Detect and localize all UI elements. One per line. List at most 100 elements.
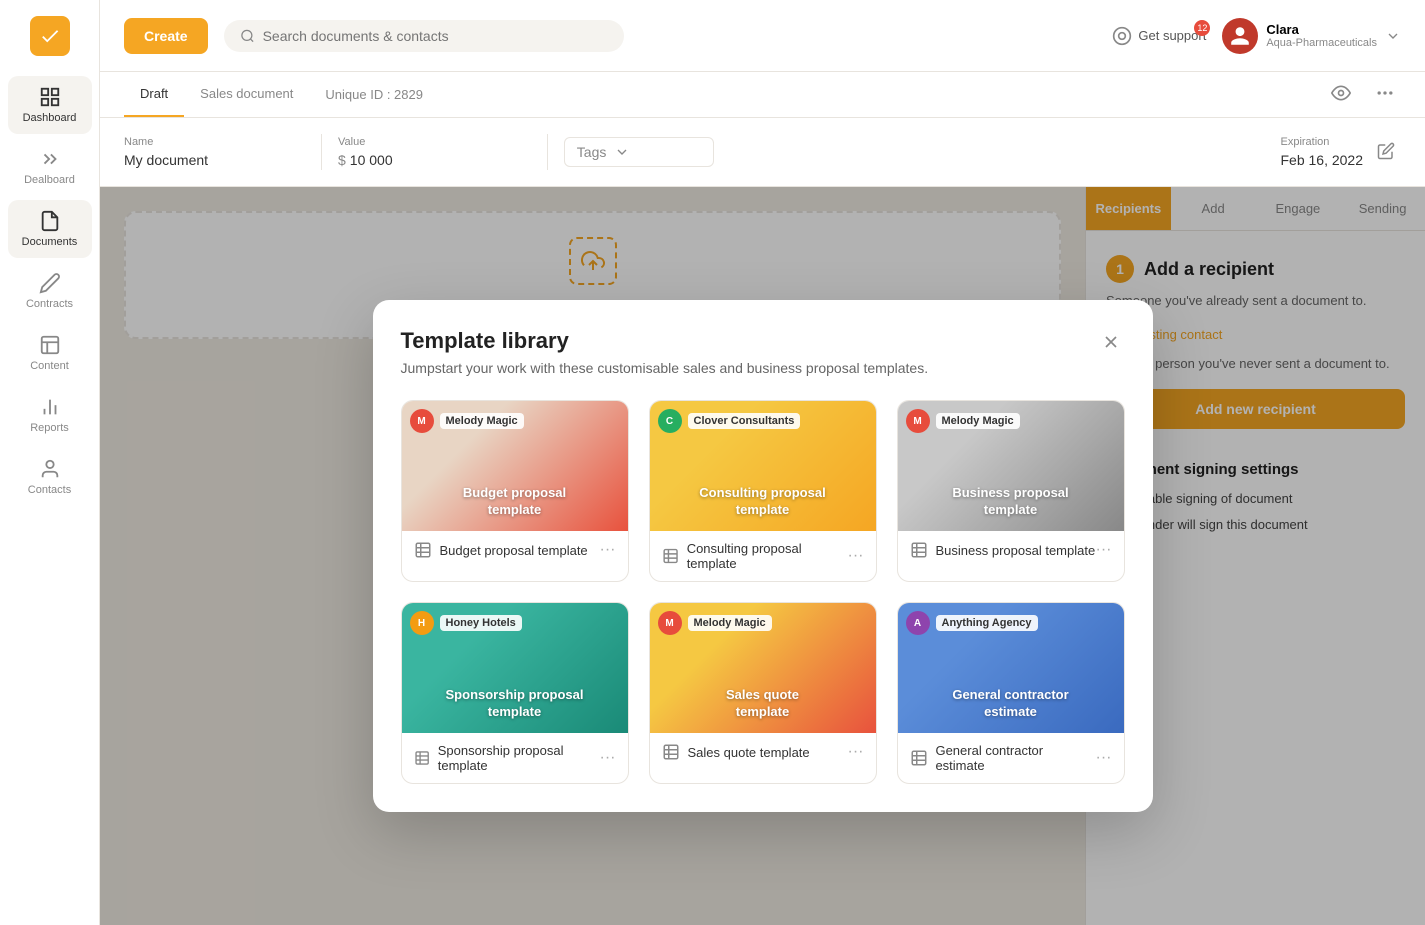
brand-logo-business: M xyxy=(906,409,930,433)
template-card-consulting[interactable]: C Clover Consultants Consulting proposal… xyxy=(649,400,877,582)
expiry-date: Feb 16, 2022 xyxy=(1280,152,1363,168)
template-name-sponsorship: Sponsorship proposal template xyxy=(414,743,600,773)
main-content: Create 12 Get support Clara Aqua- xyxy=(100,0,1425,925)
template-footer-consulting: Consulting proposal template ··· xyxy=(650,531,876,581)
expiry-field-group: Expiration Feb 16, 2022 xyxy=(1280,136,1363,168)
template-overlay-budget: Budget proposaltemplate xyxy=(402,485,628,519)
template-brand-budget: M Melody Magic xyxy=(410,409,524,433)
template-dots-sponsorship[interactable]: ··· xyxy=(600,749,616,767)
chevron-down-icon xyxy=(614,144,630,160)
sidebar-item-content[interactable]: Content xyxy=(8,324,92,382)
template-brand-sponsorship: H Honey Hotels xyxy=(410,611,522,635)
template-overlay-contractor: General contractorestimate xyxy=(898,687,1124,721)
expiry-group: Expiration Feb 16, 2022 xyxy=(1280,136,1401,169)
template-dots-business[interactable]: ··· xyxy=(1096,541,1112,559)
create-button[interactable]: Create xyxy=(124,18,208,54)
template-overlay-business: Business proposaltemplate xyxy=(898,485,1124,519)
template-thumb-business: M Melody Magic Business proposaltemplate xyxy=(898,401,1124,531)
template-brand-business: M Melody Magic xyxy=(906,409,1020,433)
template-name-contractor: General contractor estimate xyxy=(910,743,1096,773)
template-brand-contractor: A Anything Agency xyxy=(906,611,1038,635)
template-footer-contractor: General contractor estimate ··· xyxy=(898,733,1124,783)
more-options-button[interactable] xyxy=(1369,77,1401,112)
sidebar-item-reports-label: Reports xyxy=(30,422,69,434)
support-button[interactable]: 12 Get support xyxy=(1112,26,1206,46)
template-thumb-consulting: C Clover Consultants Consulting proposal… xyxy=(650,401,876,531)
user-name: Clara xyxy=(1266,22,1377,37)
unique-id: Unique ID : 2829 xyxy=(309,73,439,116)
brand-logo-sponsorship: H xyxy=(410,611,434,635)
brand-name-business: Melody Magic xyxy=(936,413,1020,429)
template-dots-budget[interactable]: ··· xyxy=(600,541,616,559)
templates-grid: M Melody Magic Budget proposaltemplate B… xyxy=(401,400,1125,784)
tab-draft[interactable]: Draft xyxy=(124,72,184,117)
search-icon xyxy=(240,28,255,44)
chevron-down-icon xyxy=(1385,28,1401,44)
template-thumb-contractor: A Anything Agency General contractoresti… xyxy=(898,603,1124,733)
value-input[interactable] xyxy=(350,152,531,168)
brand-logo-consulting: C xyxy=(658,409,682,433)
brand-name-sales: Melody Magic xyxy=(688,615,772,631)
name-field-group: Name xyxy=(124,136,305,168)
doc-fields: Name Value $ Tags Expiration Feb 16, 202… xyxy=(100,118,1425,187)
app-logo[interactable] xyxy=(30,16,70,56)
brand-name-sponsorship: Honey Hotels xyxy=(440,615,522,631)
sidebar-item-dealboard[interactable]: Dealboard xyxy=(8,138,92,196)
template-name-business: Business proposal template xyxy=(910,541,1096,559)
eye-icon xyxy=(1331,83,1351,103)
template-dots-consulting[interactable]: ··· xyxy=(848,547,864,565)
doc-actions xyxy=(1325,77,1401,112)
template-footer-budget: Budget proposal template ··· xyxy=(402,531,628,569)
headset-icon xyxy=(1112,26,1132,46)
table-icon-2 xyxy=(662,547,679,565)
sidebar-item-content-label: Content xyxy=(30,360,69,372)
template-card-budget[interactable]: M Melody Magic Budget proposaltemplate B… xyxy=(401,400,629,582)
modal-close-button[interactable] xyxy=(1097,328,1125,362)
modal-header: Template library Jumpstart your work wit… xyxy=(373,300,1153,388)
edit-icon xyxy=(1377,142,1395,160)
tags-label: Tags xyxy=(577,144,607,160)
template-library-modal: Template library Jumpstart your work wit… xyxy=(373,300,1153,812)
brand-name-budget: Melody Magic xyxy=(440,413,524,429)
sidebar-item-contacts-label: Contacts xyxy=(28,484,71,496)
template-card-contractor[interactable]: A Anything Agency General contractoresti… xyxy=(897,602,1125,784)
field-separator-1 xyxy=(321,134,322,170)
modal-title: Template library xyxy=(401,328,929,354)
template-dots-contractor[interactable]: ··· xyxy=(1096,749,1112,767)
sidebar-item-contacts[interactable]: Contacts xyxy=(8,448,92,506)
template-card-sales[interactable]: M Melody Magic Sales quotetemplate Sales… xyxy=(649,602,877,784)
user-avatar xyxy=(1222,18,1258,54)
template-footer-sales: Sales quote template ··· xyxy=(650,733,876,771)
template-brand-sales: M Melody Magic xyxy=(658,611,772,635)
tab-sales-document[interactable]: Sales document xyxy=(184,72,309,117)
eye-button[interactable] xyxy=(1325,77,1357,112)
sidebar: Dashboard Dealboard Documents Contracts … xyxy=(0,0,100,925)
search-input[interactable] xyxy=(263,28,608,44)
user-details: Clara Aqua-Pharmaceuticals xyxy=(1266,22,1377,49)
sidebar-item-documents[interactable]: Documents xyxy=(8,200,92,258)
sidebar-item-contracts[interactable]: Contracts xyxy=(8,262,92,320)
topbar: Create 12 Get support Clara Aqua- xyxy=(100,0,1425,72)
topbar-right: 12 Get support Clara Aqua-Pharmaceutical… xyxy=(1112,18,1401,54)
user-menu[interactable]: Clara Aqua-Pharmaceuticals xyxy=(1222,18,1401,54)
name-input[interactable] xyxy=(124,152,305,168)
modal-subtitle: Jumpstart your work with these customisa… xyxy=(401,360,929,376)
expiry-label: Expiration xyxy=(1280,136,1363,148)
value-label: Value xyxy=(338,136,531,148)
sidebar-item-dashboard[interactable]: Dashboard xyxy=(8,76,92,134)
tags-field[interactable]: Tags xyxy=(564,137,714,167)
expiry-edit-button[interactable] xyxy=(1371,136,1401,169)
brand-logo-sales: M xyxy=(658,611,682,635)
template-card-business[interactable]: M Melody Magic Business proposaltemplate… xyxy=(897,400,1125,582)
sidebar-item-reports[interactable]: Reports xyxy=(8,386,92,444)
template-overlay-consulting: Consulting proposaltemplate xyxy=(650,485,876,519)
table-icon-4 xyxy=(414,749,430,767)
sidebar-item-dashboard-label: Dashboard xyxy=(23,112,77,124)
notification-badge: 12 xyxy=(1194,20,1210,36)
template-dots-sales[interactable]: ··· xyxy=(848,743,864,761)
modal-body: M Melody Magic Budget proposaltemplate B… xyxy=(373,388,1153,812)
template-name-sales: Sales quote template xyxy=(662,743,810,761)
field-separator-2 xyxy=(547,134,548,170)
template-thumb-sales: M Melody Magic Sales quotetemplate xyxy=(650,603,876,733)
template-card-sponsorship[interactable]: H Honey Hotels Sponsorship proposaltempl… xyxy=(401,602,629,784)
